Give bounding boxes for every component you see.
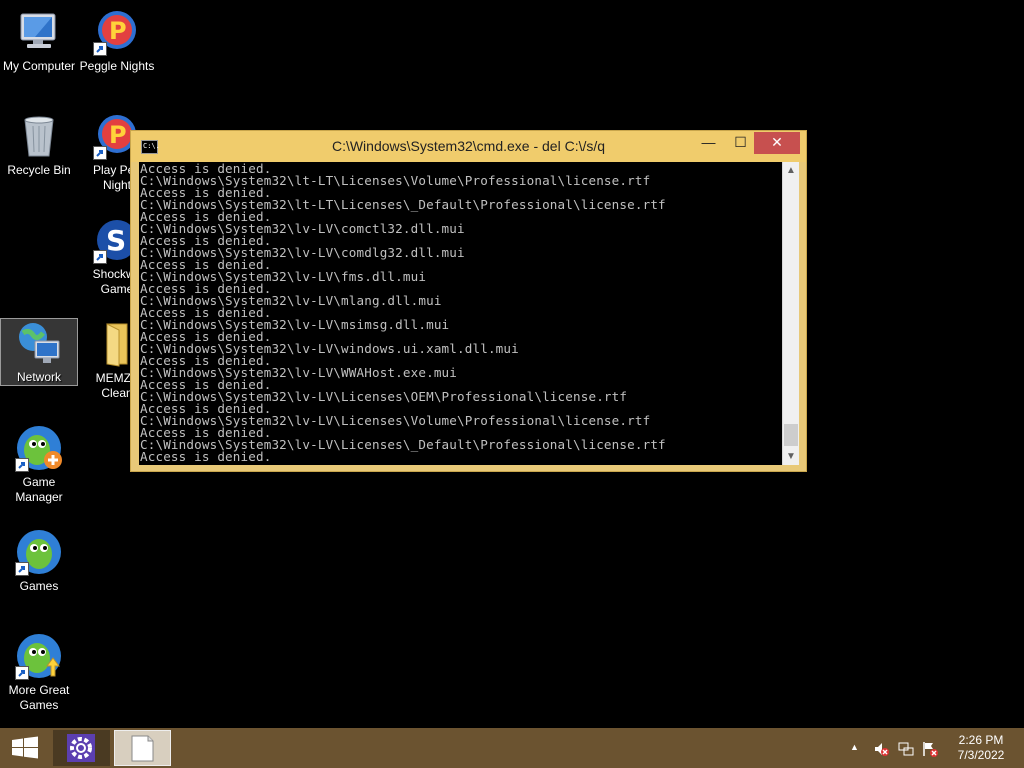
desktop-icon-games[interactable]: Games [0,528,78,594]
desktop-icon-label: More Great [8,683,70,697]
desktop-icon-recycle-bin[interactable]: Recycle Bin [0,112,78,178]
vertical-scrollbar[interactable]: ▲ ▼ [782,162,799,465]
close-button[interactable]: ✕ [754,132,800,154]
console-line: Access is denied. [140,449,272,464]
taskbar-settings-app[interactable] [53,730,110,766]
minimize-button[interactable]: — [695,132,722,154]
show-hidden-icons-button[interactable]: ▲ [850,742,859,752]
volume-muted-icon[interactable] [873,741,889,757]
scrollbar-thumb[interactable] [784,424,798,446]
peggle-icon: P [93,8,141,56]
gear-icon [67,734,95,762]
scroll-up-icon[interactable]: ▲ [783,162,799,179]
cmd-app-icon[interactable]: C:\. [141,140,160,154]
desktop-icon-label-line2: Games [19,698,59,712]
computer-icon [15,8,63,56]
shortcut-arrow-icon [15,666,29,680]
maximize-button[interactable]: ☐ [727,132,754,154]
shortcut-arrow-icon [93,42,107,56]
console-area[interactable]: Access is denied. C:\Windows\System32\lt-… [139,162,799,465]
desktop-icon-peggle-nights[interactable]: P Peggle Nights [78,8,156,74]
desktop-icon-label: Recycle Bin [7,163,71,177]
desktop-icon-label: My Computer [2,59,76,73]
action-center-flag-icon[interactable] [922,741,938,757]
desktop-icon-label: Network [16,370,61,384]
system-clock[interactable]: 2:26 PM 7/3/2022 [944,733,1018,763]
network-icon [15,319,63,367]
clock-date: 7/3/2022 [957,748,1005,762]
game-fish-icon [15,424,63,472]
recycle-bin-icon [15,112,63,160]
desktop-icon-game-manager[interactable]: Game Manager [0,424,78,505]
shortcut-arrow-icon [15,562,29,576]
clock-time: 2:26 PM [958,733,1004,747]
taskbar: ▲ 2:26 PM 7/3/2022 [0,728,1024,768]
shortcut-arrow-icon [15,458,29,472]
console-output: Access is denied. C:\Windows\System32\lt-… [140,162,780,464]
shortcut-arrow-icon [93,146,107,160]
desktop-icon-my-computer[interactable]: My Computer [0,8,78,74]
window-title: C:\Windows\System32\cmd.exe - del C:\/s/… [331,138,606,154]
cmd-titlebar[interactable]: C:\. C:\Windows\System32\cmd.exe - del C… [131,131,806,162]
shortcut-arrow-icon [93,250,107,264]
desktop-icon-label: Games [19,579,59,593]
desktop-icon-label: Peggle Nights [79,59,155,73]
document-icon [131,735,154,762]
start-button[interactable] [0,728,50,768]
svg-text:S: S [106,224,126,257]
scroll-down-icon[interactable]: ▼ [783,448,799,465]
taskbar-file-app[interactable] [114,730,171,766]
game-fish-icon [15,632,63,680]
network-status-icon[interactable] [898,741,914,757]
desktop-icon-more-great-games[interactable]: More Great Games [0,632,78,713]
desktop-icon-network[interactable]: Network [0,318,78,386]
windows-logo-icon [12,736,38,759]
desktop-icon-label: Game [22,475,56,489]
desktop-icon-label-line2: Manager [15,490,63,504]
cmd-window[interactable]: C:\. C:\Windows\System32\cmd.exe - del C… [130,130,807,472]
svg-text:P: P [109,121,127,149]
svg-text:P: P [109,17,127,45]
game-fish-icon [15,528,63,576]
